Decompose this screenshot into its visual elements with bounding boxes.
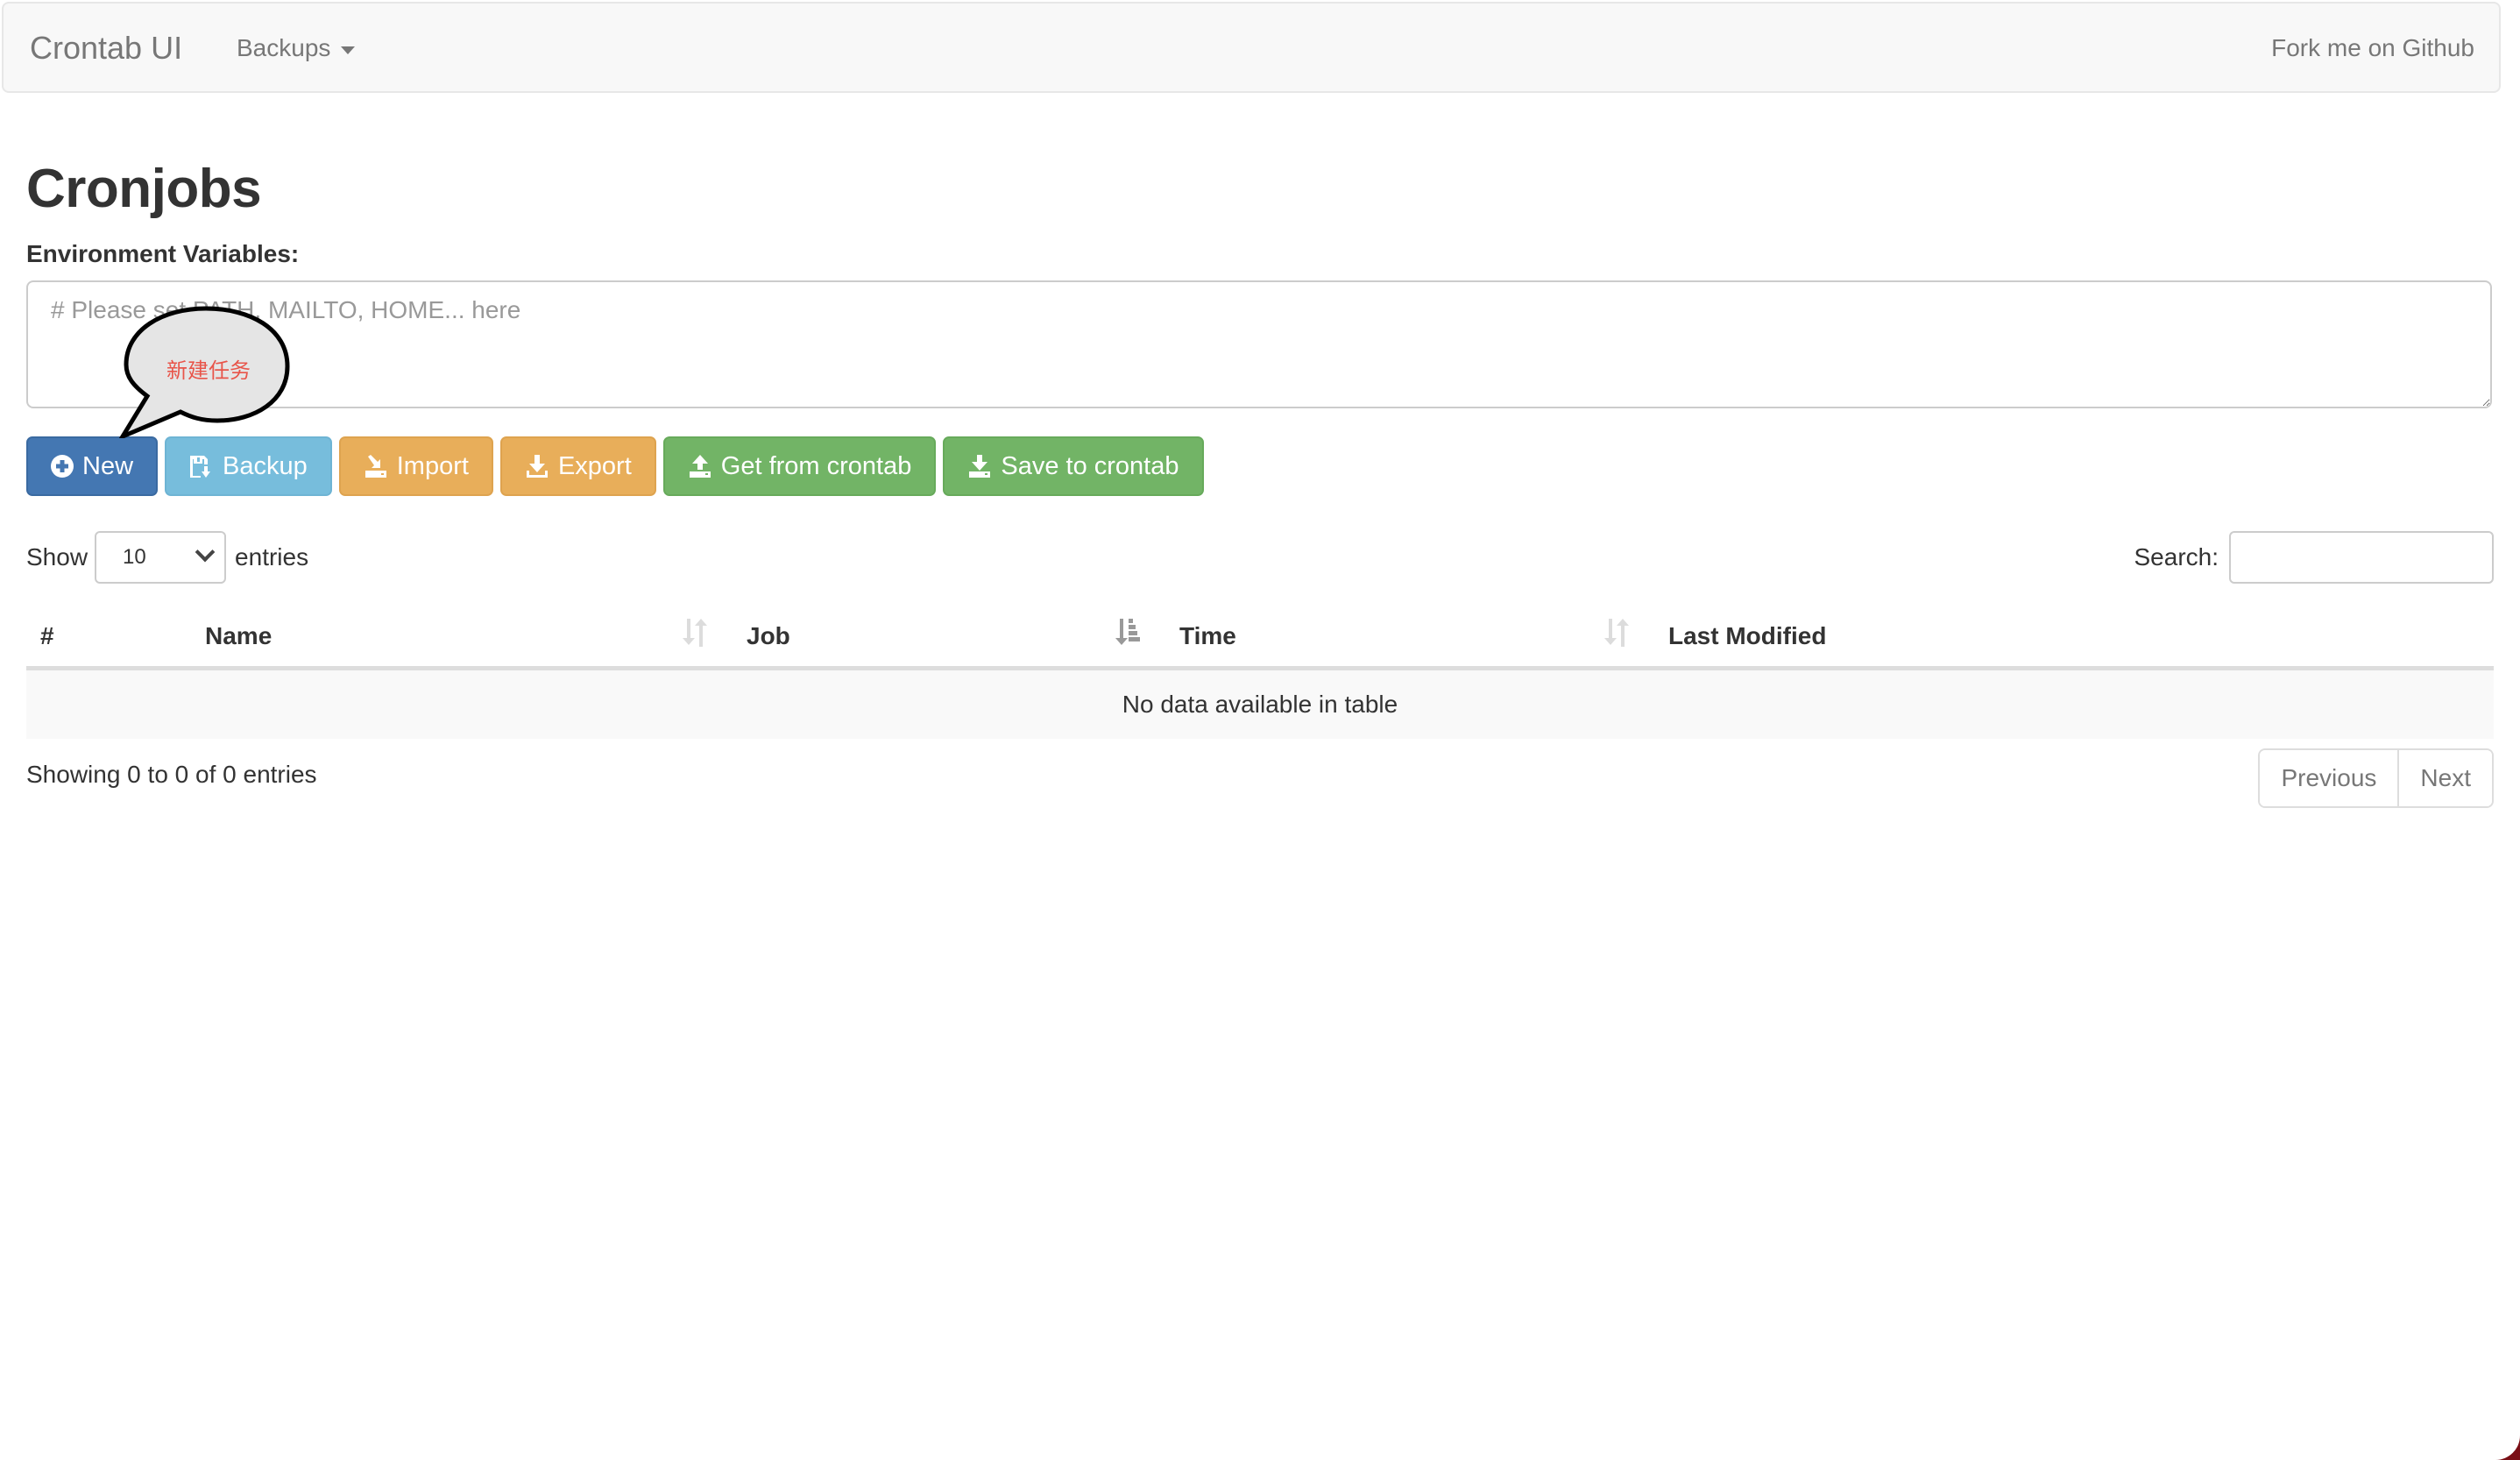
- column-header-name-label: Name: [205, 622, 273, 649]
- import-button-label: Import: [396, 451, 469, 480]
- table-row-empty: No data available in table: [26, 668, 2494, 739]
- caret-down-icon: [341, 46, 356, 54]
- column-header-time[interactable]: Time: [1165, 605, 1654, 670]
- new-button[interactable]: New: [26, 436, 159, 496]
- column-header-name[interactable]: Name: [191, 605, 733, 670]
- sort-both-icon: [682, 617, 708, 653]
- get-from-crontab-button-label: Get from crontab: [720, 451, 912, 480]
- save-to-crontab-button-label: Save to crontab: [1001, 451, 1179, 480]
- column-header-job[interactable]: Job: [733, 605, 1165, 670]
- download-icon: [525, 454, 549, 478]
- empty-table-message: No data available in table: [26, 668, 2494, 739]
- column-header-last-modified[interactable]: Last Modified: [1654, 605, 2494, 670]
- table-info: Showing 0 to 0 of 0 entries: [26, 761, 317, 788]
- env-variables-label: Environment Variables:: [26, 240, 300, 267]
- page: Crontab UI Backups Fork me on Github Cro…: [0, 0, 2520, 1460]
- navbar: Crontab UI Backups Fork me on Github: [2, 2, 2501, 93]
- search-input[interactable]: [2229, 531, 2494, 584]
- fork-on-github-link[interactable]: Fork me on Github: [2271, 34, 2474, 62]
- search-control: Search:: [2134, 531, 2494, 584]
- cronjobs-table: # Name Job Time Last Modified No data av…: [26, 605, 2494, 739]
- brand-link[interactable]: Crontab UI: [30, 30, 182, 67]
- search-label: Search:: [2134, 543, 2219, 571]
- env-variables-textarea[interactable]: [26, 280, 2492, 408]
- column-header-job-label: Job: [747, 622, 790, 649]
- backups-dropdown[interactable]: Backups: [237, 34, 356, 62]
- column-header-last-modified-label: Last Modified: [1668, 622, 1827, 649]
- show-label: Show: [26, 543, 88, 571]
- previous-page-button[interactable]: Previous: [2260, 750, 2398, 806]
- column-header-index-label: #: [40, 622, 54, 649]
- backups-dropdown-label: Backups: [237, 34, 331, 61]
- save-to-crontab-button[interactable]: Save to crontab: [943, 436, 1204, 496]
- table-header-row: # Name Job Time Last Modified: [26, 605, 2494, 670]
- backup-button[interactable]: Backup: [165, 436, 332, 496]
- import-button[interactable]: Import: [338, 436, 493, 496]
- page-length-value: 10: [123, 545, 146, 569]
- sort-both-icon: [1603, 617, 1630, 653]
- export-button-label: Export: [557, 451, 632, 480]
- pagination: Previous Next: [2258, 748, 2494, 808]
- page-length-control: Show 10 entries: [26, 531, 308, 584]
- toolbar: New Backup Import Export Get from cronta…: [26, 436, 1204, 496]
- sort-descending-icon: [1115, 617, 1141, 653]
- new-button-label: New: [82, 451, 134, 480]
- page-title: Cronjobs: [26, 159, 262, 219]
- next-page-button[interactable]: Next: [2397, 750, 2492, 806]
- get-from-crontab-button[interactable]: Get from crontab: [662, 436, 937, 496]
- download-icon: [967, 454, 992, 478]
- page-length-select[interactable]: 10: [95, 531, 227, 584]
- backup-button-label: Backup: [223, 451, 308, 480]
- plus-circle-icon: [51, 455, 74, 478]
- upload-icon: [688, 454, 712, 478]
- column-header-index: #: [26, 605, 191, 670]
- export-button[interactable]: Export: [499, 436, 656, 496]
- entries-label: entries: [235, 543, 309, 571]
- tooltip-text: 新建任务: [166, 359, 251, 383]
- import-icon: [364, 454, 388, 478]
- chevron-down-icon: [195, 542, 216, 563]
- column-header-time-label: Time: [1179, 622, 1236, 649]
- floppy-disk-icon: [189, 454, 214, 478]
